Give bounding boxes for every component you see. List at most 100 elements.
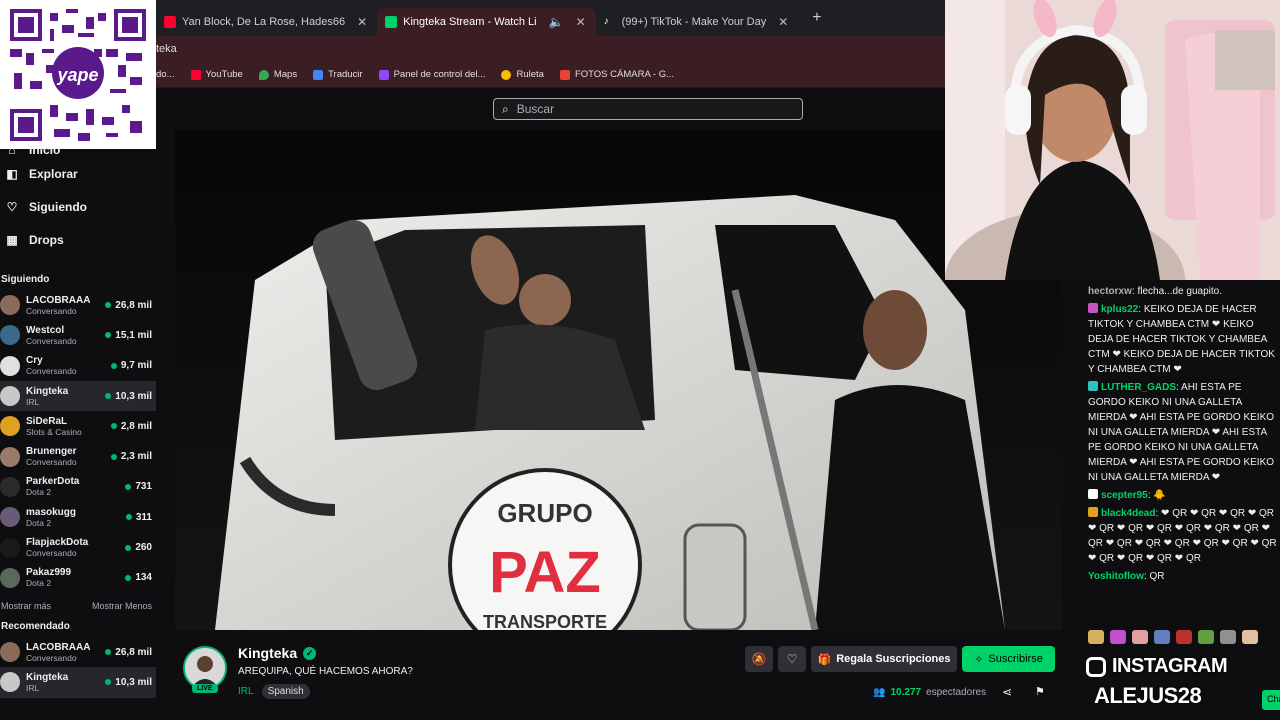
language-tag[interactable]: Spanish [261,684,310,699]
subscribe-button[interactable]: ✧ Suscribirse [962,646,1055,672]
chat-message: scepter95: 🐥 [1088,488,1280,503]
bookmark-0[interactable]: do... [156,69,175,80]
sidebar-channel-pakaz999[interactable]: Pakaz999 Dota 2 134 [0,563,156,593]
chat-send-button[interactable]: Cha [1262,690,1280,710]
search-input[interactable]: ⌕ Buscar [493,98,803,120]
sidebar-channel-lacobraaa[interactable]: LACOBRAAA Conversando 26,8 mil [0,637,156,667]
browser-tab-kick[interactable]: Kingteka Stream - Watch Li 🔈 ✕ [377,8,596,36]
bookmark-ruleta[interactable]: Ruleta [501,69,544,80]
nav-inicio[interactable]: ⌂ Inicio [0,143,156,157]
viewer-count: 9,7 mil [120,360,152,372]
chat-badge-icon [1088,489,1098,499]
bookmark-panel[interactable]: Panel de control del... [378,69,485,80]
emote-icon[interactable] [1132,630,1148,644]
sidebar-channel-flapjackdota[interactable]: FlapjackDota Conversando 260 [0,532,156,562]
channel-avatar [0,642,20,663]
bookmark-translate[interactable]: Traducir [313,69,363,80]
emote-icon[interactable] [1176,630,1192,644]
channel-avatar [0,325,20,346]
channel-category: Dota 2 [26,487,52,498]
browser-tab-tiktok[interactable]: ♪ (99+) TikTok - Make Your Day ✕ [596,8,799,36]
sidebar-channel-westcol[interactable]: Westcol Conversando 15,1 mil [0,320,156,350]
channel-avatar [0,672,20,693]
chat-username[interactable]: hectorxw [1088,286,1132,297]
truck-text-paz: PAZ [489,540,601,605]
address-bar[interactable]: teka [156,36,945,62]
emote-icon[interactable] [1220,630,1236,644]
stream-title: AREQUIPA, QUÉ HACEMOS AHORA? [238,666,413,677]
follow-button[interactable]: ♡ [778,646,806,672]
emote-icon[interactable] [1242,630,1258,644]
nav-explorar[interactable]: ◧ Explorar [0,157,156,190]
chat-username[interactable]: black4dead [1101,508,1155,519]
emote-icon[interactable] [1198,630,1214,644]
close-tab-icon[interactable]: ✕ [357,15,367,29]
sidebar-channel-lacobraaa[interactable]: LACOBRAAA Conversando 26,8 mil [0,290,156,320]
chat-username[interactable]: scepter95 [1101,490,1148,501]
share-icon[interactable]: ⋖ [1002,685,1012,699]
following-list: LACOBRAAA Conversando 26,8 mil Westcol Conve… [0,290,156,593]
speaker-icon[interactable]: 🔈 [549,15,564,29]
channel-info: Pakaz999 Dota 2 [26,567,125,588]
channel-info: Brunenger Conversando [26,446,111,467]
sidebar-channel-kingteka[interactable]: Kingteka IRL 10,3 mil [0,667,156,698]
emote-icon[interactable] [1110,630,1126,644]
report-icon[interactable]: ⚑ [1035,685,1045,698]
truck-text-transporte: TRANSPORTE [483,612,607,630]
viewer-count: 311 [135,511,152,523]
bookmark-label: FOTOS CÁMARA - G... [574,69,675,80]
chat-badge-icon [1088,303,1098,313]
close-tab-icon[interactable]: ✕ [576,15,586,29]
show-less-link[interactable]: Mostrar Menos [92,601,152,615]
drops-icon: ▦ [6,232,18,247]
chat-username[interactable]: Yoshitoflow [1088,571,1144,582]
emote-icon[interactable] [1154,630,1170,644]
live-dot-icon [110,423,117,430]
new-tab-button[interactable]: + [812,9,821,27]
channel-viewers: 26,8 mil [105,300,152,311]
bookmark-label: Ruleta [516,69,544,80]
search-placeholder: Buscar [516,102,555,116]
mute-notifications-button[interactable]: 🔕 [745,646,773,672]
gift-subs-button[interactable]: 🎁 Regala Suscripciones [811,646,957,672]
channel-category: Conversando [26,366,77,377]
sidebar: ⌂ Inicio ◧ Explorar ♡ Siguiendo ▦ Drops … [0,143,156,720]
bookmark-youtube[interactable]: YouTube [190,69,243,80]
close-tab-icon[interactable]: ✕ [778,15,788,29]
live-badge: LIVE [192,684,218,693]
channel-avatar [0,537,20,558]
bookmark-fotos[interactable]: FOTOS CÁMARA - G... [559,69,675,80]
sidebar-channel-parkerdota[interactable]: ParkerDota Dota 2 731 [0,472,156,502]
video-player[interactable]: GRUPO PAZ TRANSPORTE [175,130,1062,630]
nav-drops[interactable]: ▦ Drops [0,223,156,256]
channel-category: IRL [26,396,40,407]
bookmark-maps[interactable]: Maps [258,69,297,80]
show-more-link[interactable]: Mostrar más [1,601,51,615]
chat-text: QR [1149,571,1165,582]
chat-panel: hectorxw: flecha...de guapito. kplus22: K… [1078,280,1280,720]
channel-name[interactable]: Kingteka [238,645,297,661]
viewer-count: 10,3 mil [115,676,152,688]
viewer-count: 731 [135,481,152,493]
sidebar-channel-kingteka[interactable]: Kingteka IRL 10,3 mil [0,380,156,412]
sidebar-channel-sideral[interactable]: SiDeRaL Slots & Casino 2,8 mil [0,411,156,441]
star-icon: ✧ [974,653,984,666]
sidebar-channel-cry[interactable]: Cry Conversando 9,7 mil [0,351,156,381]
stream-category-link[interactable]: IRL [238,686,254,697]
channel-category: Dota 2 [26,517,52,528]
channel-info: Kingteka IRL [26,672,105,693]
channel-viewers: 10,3 mil [105,677,152,688]
tiktok-favicon-icon: ♪ [603,16,616,28]
chat-username[interactable]: LUTHER_GADS [1101,382,1176,393]
channel-name: Kingteka [26,385,69,397]
emote-icon[interactable] [1088,630,1104,644]
nav-siguiendo[interactable]: ♡ Siguiendo [0,190,156,223]
viewer-count: 10,3 mil [115,390,152,402]
browser-tab-youtube[interactable]: Yan Block, De La Rose, Hades66 ✕ [156,8,377,36]
viewer-count: 15,1 mil [115,329,152,341]
chat-username[interactable]: kplus22 [1101,304,1138,315]
channel-avatar [0,295,20,316]
sidebar-channel-brunenger[interactable]: Brunenger Conversando 2,3 mil [0,441,156,471]
sidebar-channel-masokugg[interactable]: masokugg Dota 2 311 [0,502,156,532]
svg-text:yape: yape [56,65,98,85]
